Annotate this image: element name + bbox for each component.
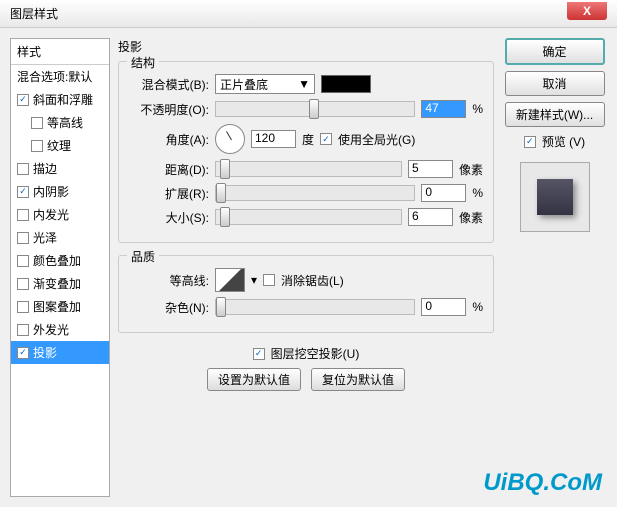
set-default-button[interactable]: 设置为默认值 [207,368,301,391]
preview-box [520,162,590,232]
checkbox-icon[interactable] [31,117,43,129]
quality-title: 品质 [127,248,159,265]
blend-mode-label: 混合模式(B): [129,76,209,93]
sidebar-item-inner-shadow[interactable]: 内阴影 [11,180,109,203]
size-slider[interactable] [215,209,402,225]
distance-slider[interactable] [215,161,402,177]
sidebar-item-stroke[interactable]: 描边 [11,157,109,180]
global-light-label: 使用全局光(G) [338,131,415,148]
ok-button[interactable]: 确定 [505,38,605,65]
sidebar-item-texture[interactable]: 纹理 [11,134,109,157]
new-style-button[interactable]: 新建样式(W)... [505,102,605,127]
checkbox-icon[interactable] [17,232,29,244]
checkbox-icon[interactable] [17,301,29,313]
structure-title: 结构 [127,54,159,71]
opacity-unit: % [472,102,483,116]
opacity-input[interactable]: 47 [421,100,466,118]
global-light-checkbox[interactable] [320,133,332,145]
angle-input[interactable]: 120 [251,130,296,148]
angle-label: 角度(A): [129,131,209,148]
checkbox-icon[interactable] [17,278,29,290]
sidebar-header: 样式 [11,39,109,65]
styles-sidebar: 样式 混合选项:默认 斜面和浮雕 等高线 纹理 描边 内阴影 内发光 光泽 颜色… [10,38,110,497]
opacity-slider[interactable] [215,101,415,117]
checkbox-icon[interactable] [17,186,29,198]
sidebar-item-gradient-overlay[interactable]: 渐变叠加 [11,272,109,295]
cancel-button[interactable]: 取消 [505,71,605,96]
blend-mode-select[interactable]: 正片叠底▼ [215,74,315,94]
sidebar-item-contour[interactable]: 等高线 [11,111,109,134]
checkbox-icon[interactable] [17,347,29,359]
noise-input[interactable]: 0 [421,298,466,316]
reset-default-button[interactable]: 复位为默认值 [311,368,405,391]
watermark: UiBQ.CoM [483,469,602,497]
sidebar-item-inner-glow[interactable]: 内发光 [11,203,109,226]
size-input[interactable]: 6 [408,208,453,226]
sidebar-item-bevel[interactable]: 斜面和浮雕 [11,88,109,111]
sidebar-item-pattern-overlay[interactable]: 图案叠加 [11,295,109,318]
checkbox-icon[interactable] [17,163,29,175]
distance-input[interactable]: 5 [408,160,453,178]
angle-unit: 度 [302,131,314,148]
right-panel: 确定 取消 新建样式(W)... 预览 (V) [502,38,607,497]
titlebar: 图层样式 X [0,0,617,28]
checkbox-icon[interactable] [17,324,29,336]
checkbox-icon[interactable] [17,255,29,267]
close-button[interactable]: X [567,2,607,20]
spread-input[interactable]: 0 [421,184,466,202]
sidebar-item-drop-shadow[interactable]: 投影 [11,341,109,364]
noise-unit: % [472,300,483,314]
spread-unit: % [472,186,483,200]
quality-group: 品质 等高线: ▾ 消除锯齿(L) 杂色(N): 0 % [118,255,494,333]
chevron-down-icon[interactable]: ▾ [251,273,257,287]
checkbox-icon[interactable] [17,209,29,221]
settings-panel: 投影 结构 混合模式(B): 正片叠底▼ 不透明度(O): 47 % 角度(A)… [118,38,494,497]
opacity-label: 不透明度(O): [129,101,209,118]
color-swatch[interactable] [321,75,371,93]
sidebar-item-blend-options[interactable]: 混合选项:默认 [11,65,109,88]
contour-picker[interactable] [215,268,245,292]
spread-slider[interactable] [215,185,415,201]
close-icon: X [583,4,591,18]
angle-dial[interactable] [215,124,245,154]
size-unit: 像素 [459,209,483,226]
knockout-checkbox[interactable] [253,348,265,360]
contour-label: 等高线: [129,272,209,289]
spread-label: 扩展(R): [129,185,209,202]
antialias-label: 消除锯齿(L) [281,272,344,289]
distance-label: 距离(D): [129,161,209,178]
sidebar-item-color-overlay[interactable]: 颜色叠加 [11,249,109,272]
preview-label: 预览 (V) [542,133,585,150]
noise-slider[interactable] [215,299,415,315]
checkbox-icon[interactable] [17,94,29,106]
window-title: 图层样式 [10,5,58,22]
structure-group: 结构 混合模式(B): 正片叠底▼ 不透明度(O): 47 % 角度(A): 1… [118,61,494,243]
main-content: 样式 混合选项:默认 斜面和浮雕 等高线 纹理 描边 内阴影 内发光 光泽 颜色… [0,28,617,507]
size-label: 大小(S): [129,209,209,226]
antialias-checkbox[interactable] [263,274,275,286]
preview-swatch [537,179,573,215]
sidebar-item-outer-glow[interactable]: 外发光 [11,318,109,341]
noise-label: 杂色(N): [129,299,209,316]
chevron-down-icon: ▼ [298,77,310,91]
distance-unit: 像素 [459,161,483,178]
panel-title: 投影 [118,38,494,55]
checkbox-icon[interactable] [31,140,43,152]
preview-checkbox[interactable] [524,136,536,148]
sidebar-item-satin[interactable]: 光泽 [11,226,109,249]
knockout-label: 图层挖空投影(U) [271,345,360,362]
